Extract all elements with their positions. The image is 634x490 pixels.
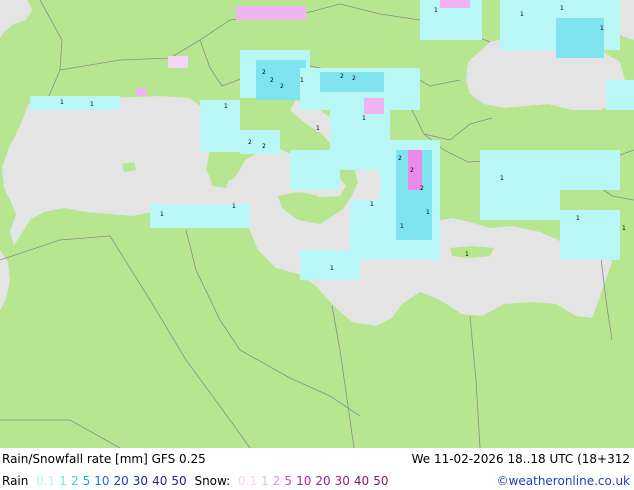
svg-text:1: 1 [60,99,64,106]
rain-legend-label: Rain [2,474,29,488]
svg-text:1: 1 [90,101,94,108]
svg-text:1: 1 [300,77,304,84]
snow-legend-values: 0.1 1 2 5 10 20 30 40 50 [238,474,392,488]
snow-legend-value: 1 [261,474,269,488]
svg-text:1: 1 [465,251,469,258]
svg-text:1: 1 [434,7,438,14]
svg-text:1: 1 [330,265,334,272]
svg-text:1: 1 [232,203,236,210]
rain-legend-value: 40 [152,474,168,488]
header-row: Rain/Snowfall rate [mm] GFS 0.25 We 11-0… [2,450,632,468]
svg-text:1: 1 [400,223,404,230]
snow-legend-value: 20 [315,474,331,488]
snow-legend-value: 5 [284,474,293,488]
svg-text:1: 1 [622,225,626,232]
snow-legend-value: 30 [334,474,350,488]
svg-text:1: 1 [600,25,604,32]
credit-link[interactable]: ©weatheronline.co.uk [497,472,630,490]
svg-text:1: 1 [370,201,374,208]
svg-text:1: 1 [560,5,564,12]
snow-legend-value: 0.1 [238,474,258,488]
rain-legend-value: 1 [59,474,67,488]
svg-text:2: 2 [262,69,266,76]
precipitation-map: 222 12 2 122 222 111 111 11 1 111 111 111 [0,0,634,448]
svg-text:2: 2 [270,77,274,84]
rain-legend-value: 0.1 [36,474,56,488]
legend-row: Rain 0.1 1 2 5 10 20 30 40 50 Snow: 0.1 1 2 5 10 20 30… [2,472,632,490]
svg-text:1: 1 [224,103,228,110]
svg-text:2: 2 [280,83,284,90]
crete [450,246,494,258]
svg-text:1: 1 [426,209,430,216]
svg-text:1: 1 [500,175,504,182]
snow-legend-label: Snow: [194,474,231,488]
rain-legend-value: 20 [113,474,129,488]
rain-legend-value: 50 [171,474,187,488]
snow-legend-value: 40 [353,474,370,488]
svg-text:2: 2 [352,75,356,82]
svg-text:1: 1 [520,11,524,18]
rain-legend-value: 10 [94,474,110,488]
rain-legend-value: 5 [82,474,91,488]
rain-legend-value: 2 [70,474,79,488]
svg-text:2: 2 [248,139,252,146]
svg-text:1: 1 [576,215,580,222]
svg-text:2: 2 [410,167,414,174]
svg-text:2: 2 [398,155,402,162]
map-title: Rain/Snowfall rate [mm] GFS 0.25 [2,452,206,466]
svg-text:2: 2 [262,143,266,150]
svg-text:2: 2 [420,185,424,192]
svg-text:1: 1 [160,211,164,218]
rain-legend-value: 30 [132,474,149,488]
rain-legend-values: 0.1 1 2 5 10 20 30 40 50 [36,474,190,488]
footer-legend: Rain/Snowfall rate [mm] GFS 0.25 We 11-0… [0,448,634,490]
svg-text:1: 1 [362,115,366,122]
svg-text:2: 2 [340,73,344,80]
map-datetime: We 11-02-2026 18..18 UTC (18+312 [411,452,630,466]
svg-text:1: 1 [316,125,320,132]
snow-legend-value: 50 [373,474,389,488]
snow-legend-value: 2 [272,474,281,488]
snow-legend-value: 10 [296,474,312,488]
